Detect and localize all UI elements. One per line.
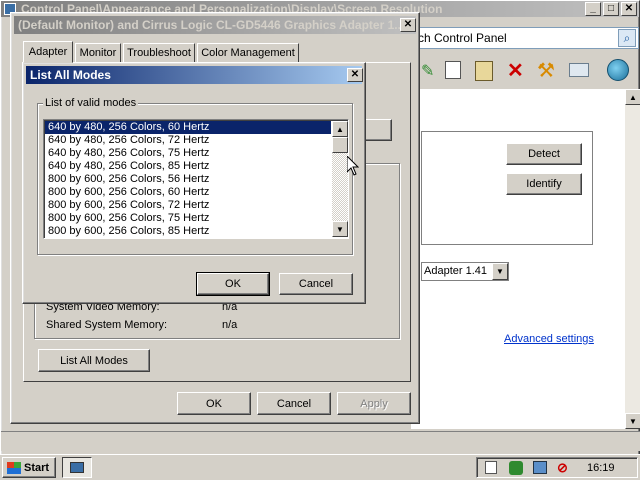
advanced-settings-link[interactable]: Advanced settings xyxy=(504,333,594,345)
detect-button[interactable]: Detect xyxy=(506,143,582,165)
modes-ok-button[interactable]: OK xyxy=(196,272,270,296)
copy-icon[interactable] xyxy=(445,61,461,79)
properties-apply-button[interactable]: Apply xyxy=(337,392,411,415)
tab-color-management-label: Color Management xyxy=(201,47,295,59)
modes-cancel-button[interactable]: Cancel xyxy=(279,273,353,295)
adapter-select[interactable]: Adapter 1.41 ▼ xyxy=(421,262,509,281)
mode-list-item[interactable]: 640 by 480, 256 Colors, 72 Hertz xyxy=(45,134,331,147)
search-icon[interactable]: ⌕ xyxy=(618,29,636,47)
scroll-up-button[interactable]: ▲ xyxy=(625,89,640,105)
explorer-bottom-bar xyxy=(1,431,640,451)
monitor-icon xyxy=(70,462,84,473)
detect-label: Detect xyxy=(528,148,560,160)
mode-list-item[interactable]: 800 by 600, 256 Colors, 85 Hertz xyxy=(45,225,331,238)
properties-icon[interactable]: ⚒ xyxy=(537,58,555,83)
modes-cancel-label: Cancel xyxy=(298,278,334,290)
clock: 16:19 xyxy=(587,462,615,474)
search-box[interactable]: rch Control Panel ⌕ xyxy=(411,27,639,49)
properties-title: (Default Monitor) and Cirrus Logic CL-GD… xyxy=(18,18,408,32)
modes-scroll-up-button[interactable]: ▲ xyxy=(332,121,348,137)
properties-cancel-button[interactable]: Cancel xyxy=(257,392,331,415)
modes-close-button[interactable]: ✕ xyxy=(347,68,363,82)
modes-titlebar: List All Modes xyxy=(26,66,362,84)
shared-memory-label: Shared System Memory: xyxy=(46,319,168,331)
mode-list-item[interactable]: 800 by 600, 256 Colors, 75 Hertz xyxy=(45,212,331,225)
tray-security-icon[interactable] xyxy=(509,461,523,475)
tray-volume-muted-icon[interactable]: ⊘ xyxy=(557,460,568,476)
properties-cancel-label: Cancel xyxy=(276,397,312,410)
properties-ok-button[interactable]: OK xyxy=(177,392,251,415)
modes-ok-label: OK xyxy=(225,278,241,290)
valid-modes-group-label: List of valid modes xyxy=(43,97,139,109)
mode-list-item[interactable]: 640 by 480, 256 Colors, 85 Hertz xyxy=(45,160,331,173)
properties-titlebar: (Default Monitor) and Cirrus Logic CL-GD… xyxy=(14,16,416,34)
start-label: Start xyxy=(24,461,50,474)
taskbar-window-button[interactable] xyxy=(62,457,92,478)
tray-icon-1[interactable] xyxy=(485,461,497,474)
tab-adapter[interactable]: Adapter xyxy=(23,41,73,63)
tab-adapter-label: Adapter xyxy=(28,46,68,58)
globe-icon[interactable] xyxy=(607,59,629,81)
tab-troubleshoot-label: Troubleshoot xyxy=(127,47,191,59)
modes-scrollbar[interactable]: ▲ ▼ xyxy=(332,121,348,237)
minimize-button[interactable]: _ xyxy=(585,2,601,16)
identify-button[interactable]: Identify xyxy=(506,173,582,195)
modes-list: 640 by 480, 256 Colors, 60 Hertz 640 by 4… xyxy=(45,121,331,238)
modes-listbox[interactable]: 640 by 480, 256 Colors, 60 Hertz 640 by 4… xyxy=(43,119,349,239)
modes-scroll-down-button[interactable]: ▼ xyxy=(332,221,348,237)
shared-memory-value: n/a xyxy=(222,319,238,331)
properties-apply-label: Apply xyxy=(360,397,388,410)
adapter-select-value: Adapter 1.41 xyxy=(424,265,487,277)
delete-icon[interactable]: ✕ xyxy=(507,58,524,83)
mode-list-item[interactable]: 800 by 600, 256 Colors, 72 Hertz xyxy=(45,199,331,212)
system-tray: ⊘ 16:19 xyxy=(476,457,638,478)
mode-list-item[interactable]: 640 by 480, 256 Colors, 60 Hertz xyxy=(45,121,331,134)
tab-color-management[interactable]: Color Management xyxy=(197,43,299,63)
mouse-cursor-icon xyxy=(347,156,359,176)
list-all-modes-dialog: List All Modes ✕ List of valid modes 640… xyxy=(22,62,366,304)
scroll-down-button[interactable]: ▼ xyxy=(625,413,640,429)
tab-troubleshoot[interactable]: Troubleshoot xyxy=(123,43,195,63)
view-icon[interactable] xyxy=(569,63,589,77)
chevron-down-icon[interactable]: ▼ xyxy=(492,263,508,280)
list-all-modes-label: List All Modes xyxy=(60,354,128,367)
search-input[interactable]: rch Control Panel xyxy=(414,31,507,45)
tab-monitor-label: Monitor xyxy=(79,47,117,59)
modes-scroll-thumb[interactable] xyxy=(332,137,348,153)
content-scrollbar[interactable]: ▲ ▼ xyxy=(625,89,640,429)
properties-ok-label: OK xyxy=(206,397,222,410)
start-button[interactable]: Start xyxy=(2,457,56,478)
mode-list-item[interactable]: 800 by 600, 256 Colors, 56 Hertz xyxy=(45,173,331,186)
mode-list-item[interactable]: 640 by 480, 256 Colors, 75 Hertz xyxy=(45,147,331,160)
tray-network-icon[interactable] xyxy=(533,461,547,474)
properties-close-button[interactable]: ✕ xyxy=(400,18,416,32)
close-button[interactable]: ✕ xyxy=(621,2,637,16)
maximize-button[interactable]: □ xyxy=(603,2,619,16)
windows-logo-icon xyxy=(7,461,21,474)
taskbar: Start ⊘ 16:19 xyxy=(0,454,640,480)
clipboard-icon[interactable] xyxy=(475,61,493,81)
identify-label: Identify xyxy=(526,178,562,190)
tool-icon[interactable]: ✎ xyxy=(421,61,437,80)
list-all-modes-button[interactable]: List All Modes xyxy=(38,349,150,372)
mode-list-item[interactable]: 800 by 600, 256 Colors, 60 Hertz xyxy=(45,186,331,199)
toolbar: ✎ ✕ ⚒ xyxy=(411,55,639,87)
tab-monitor[interactable]: Monitor xyxy=(75,43,121,63)
modes-title: List All Modes xyxy=(30,68,111,82)
